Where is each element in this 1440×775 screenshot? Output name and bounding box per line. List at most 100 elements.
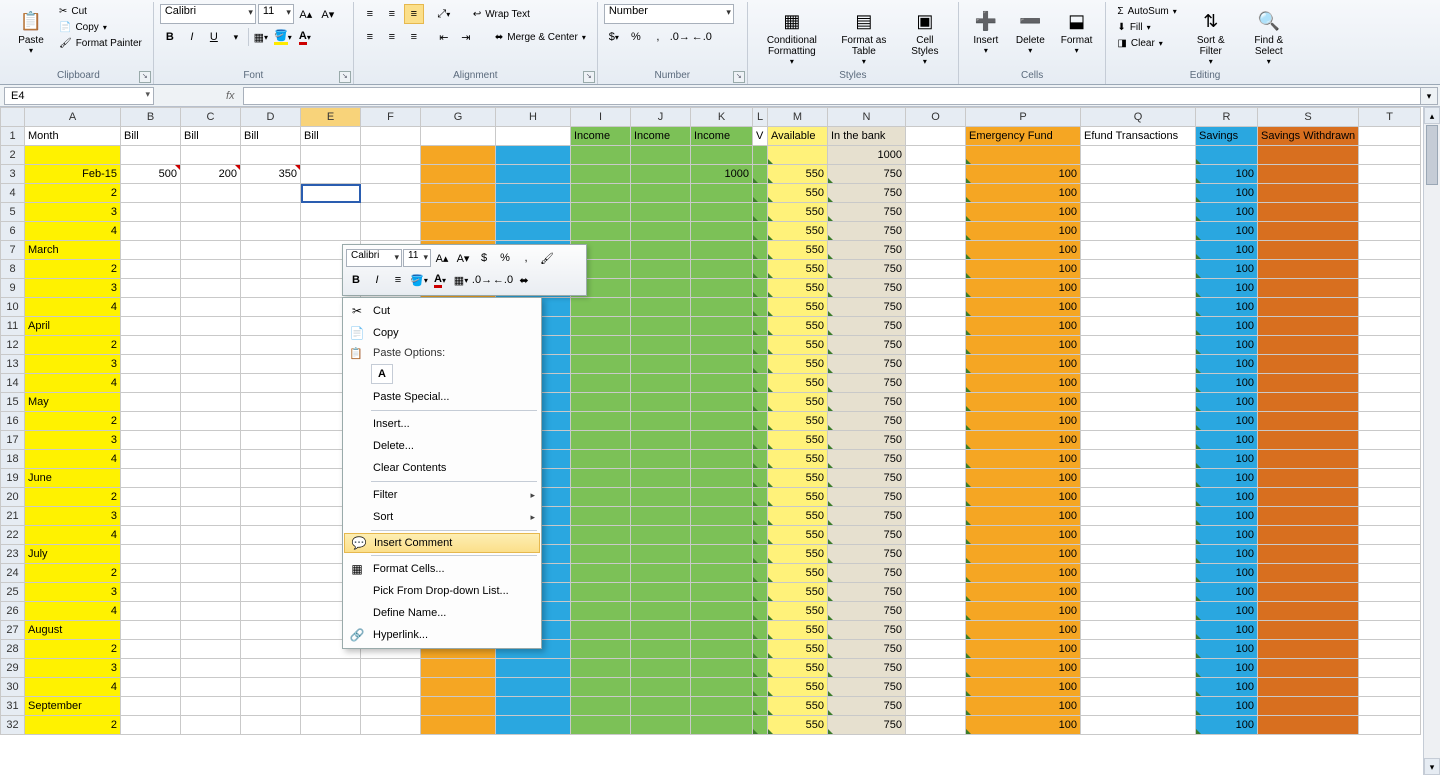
formula-bar-expand[interactable]: ▾ [1420,87,1438,105]
cell-K30[interactable] [691,678,753,697]
cell-T18[interactable] [1359,450,1421,469]
cell-D29[interactable] [241,659,301,678]
row-header-27[interactable]: 27 [1,621,25,640]
cell-M2[interactable] [768,146,828,165]
cell-L9[interactable] [753,279,768,298]
cell-M22[interactable]: 550 [768,526,828,545]
cell-O11[interactable] [906,317,966,336]
format-cells-button[interactable]: ⬓Format [1054,4,1100,58]
cell-I13[interactable] [571,355,631,374]
cell-R9[interactable]: 100 [1196,279,1258,298]
cell-H3[interactable] [496,165,571,184]
cell-I3[interactable] [571,165,631,184]
cell-J10[interactable] [631,298,691,317]
cell-S8[interactable] [1258,260,1359,279]
row-header-32[interactable]: 32 [1,716,25,735]
cell-S18[interactable] [1258,450,1359,469]
cell-S30[interactable] [1258,678,1359,697]
cell-M25[interactable]: 550 [768,583,828,602]
cell-L14[interactable] [753,374,768,393]
cell-P7[interactable]: 100 [966,241,1081,260]
cell-P9[interactable]: 100 [966,279,1081,298]
cell-A16[interactable]: 2 [25,412,121,431]
cell-H6[interactable] [496,222,571,241]
cell-R23[interactable]: 100 [1196,545,1258,564]
cell-J11[interactable] [631,317,691,336]
cell-M28[interactable]: 550 [768,640,828,659]
cell-N21[interactable]: 750 [828,507,906,526]
cell-K6[interactable] [691,222,753,241]
cell-R21[interactable]: 100 [1196,507,1258,526]
row-header-5[interactable]: 5 [1,203,25,222]
column-header-N[interactable]: N [828,108,906,127]
cell-Q26[interactable] [1081,602,1196,621]
cell-O6[interactable] [906,222,966,241]
cell-C8[interactable] [181,260,241,279]
cell-Q14[interactable] [1081,374,1196,393]
row-header-19[interactable]: 19 [1,469,25,488]
cell-D14[interactable] [241,374,301,393]
cell-Q16[interactable] [1081,412,1196,431]
cell-D21[interactable] [241,507,301,526]
cell-C29[interactable] [181,659,241,678]
cell-P20[interactable]: 100 [966,488,1081,507]
row-header-24[interactable]: 24 [1,564,25,583]
mini-center[interactable]: ≡ [388,270,408,290]
cell-N26[interactable]: 750 [828,602,906,621]
cell-R12[interactable]: 100 [1196,336,1258,355]
cell-S6[interactable] [1258,222,1359,241]
decrease-font-button[interactable]: A▾ [318,4,338,24]
cell-M19[interactable]: 550 [768,469,828,488]
cell-D3[interactable]: 350 [241,165,301,184]
cell-O23[interactable] [906,545,966,564]
cut-button[interactable]: ✂Cut [54,4,147,19]
cell-A4[interactable]: 2 [25,184,121,203]
insert-cells-button[interactable]: ➕Insert [965,4,1007,58]
cell-S22[interactable] [1258,526,1359,545]
cell-B10[interactable] [121,298,181,317]
mini-grow-font[interactable]: A▴ [432,248,452,268]
cell-O29[interactable] [906,659,966,678]
cell-N22[interactable]: 750 [828,526,906,545]
format-painter-button[interactable]: 🖌Format Painter [54,36,147,51]
cell-G2[interactable] [421,146,496,165]
cell-K1[interactable]: Income [691,127,753,146]
cell-Q5[interactable] [1081,203,1196,222]
font-dialog-launcher[interactable]: ↘ [339,71,351,83]
cell-D20[interactable] [241,488,301,507]
find-select-button[interactable]: 🔍Find & Select [1240,4,1298,69]
cell-L2[interactable] [753,146,768,165]
cell-B18[interactable] [121,450,181,469]
ctx-sort[interactable]: Sort [343,506,541,528]
cell-C10[interactable] [181,298,241,317]
autosum-button[interactable]: ΣAutoSum [1112,4,1181,19]
cell-J2[interactable] [631,146,691,165]
cell-T26[interactable] [1359,602,1421,621]
cell-T4[interactable] [1359,184,1421,203]
column-header-B[interactable]: B [121,108,181,127]
cell-T32[interactable] [1359,716,1421,735]
cell-I24[interactable] [571,564,631,583]
cell-E4[interactable] [301,184,361,203]
cell-J19[interactable] [631,469,691,488]
cell-O2[interactable] [906,146,966,165]
decrease-decimal-button[interactable]: ←.0 [692,27,712,47]
cell-C20[interactable] [181,488,241,507]
cell-K15[interactable] [691,393,753,412]
cell-N12[interactable]: 750 [828,336,906,355]
mini-border[interactable]: ▦ [451,270,471,290]
cell-R25[interactable]: 100 [1196,583,1258,602]
cell-O26[interactable] [906,602,966,621]
cell-L17[interactable] [753,431,768,450]
cell-K28[interactable] [691,640,753,659]
cell-O10[interactable] [906,298,966,317]
cell-C15[interactable] [181,393,241,412]
cell-N7[interactable]: 750 [828,241,906,260]
cell-Q2[interactable] [1081,146,1196,165]
cell-P24[interactable]: 100 [966,564,1081,583]
cell-F32[interactable] [361,716,421,735]
cell-J27[interactable] [631,621,691,640]
cell-K26[interactable] [691,602,753,621]
cell-Q22[interactable] [1081,526,1196,545]
percent-button[interactable]: % [626,27,646,47]
